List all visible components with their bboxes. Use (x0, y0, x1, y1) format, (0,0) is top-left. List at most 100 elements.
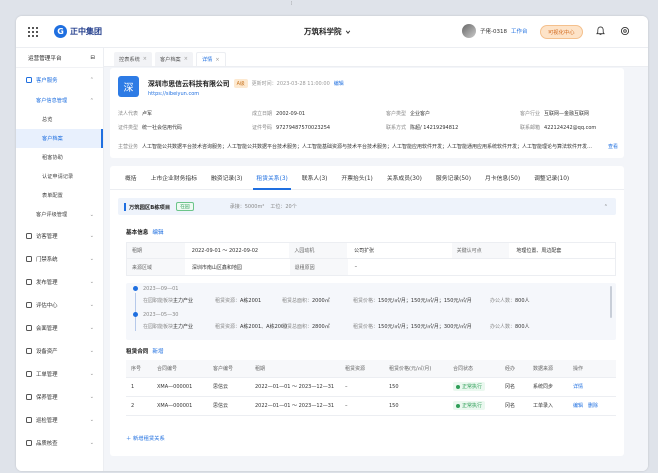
chevron-down-icon: ⌄ (89, 371, 94, 377)
sidebar-leaf-overview[interactable]: 总览 (16, 110, 103, 129)
sidebar-leaf-customer-archive[interactable]: 客户档案 (16, 129, 103, 148)
user-name: 子佬-0318 (480, 29, 507, 35)
contracts-table: 序号 合同编号 客户编号 租期 租赁资源 租赁价格(元/㎡/月) 合同状态 经办… (126, 360, 616, 416)
sidebar-leaf-form-config[interactable]: 表单配置 (16, 186, 103, 205)
app-window: G 正中集团 万筑科学院 子佬-0318 工作台 可视化中心 运营管理平台 ⊟ … (16, 16, 648, 471)
project-area: 承接：5000m² (229, 204, 265, 210)
timeline-entry: 在园职能板块： 主力产业 租赁资源： A栋2001、A栋2000 租赁总面积： 280… (143, 324, 530, 330)
status-badge: 正常执行 (453, 382, 486, 391)
sidebar-item-publish[interactable]: 发布管理 ⌄ (16, 270, 103, 293)
sidebar-item-label: 客户服务 (36, 77, 58, 84)
sidebar-item-label: 会面管理 (36, 325, 58, 332)
chevron-down-icon: ⌄ (89, 440, 94, 446)
edit-basic-link[interactable]: 编辑 (152, 230, 163, 236)
chevron-down-icon: ⌄ (89, 348, 94, 354)
chevron-down-icon: ⌄ (89, 212, 94, 218)
tab-overview[interactable]: 概括 (118, 166, 144, 190)
collapse-icon[interactable]: ⊟ (90, 55, 95, 61)
company-card: 深 深圳市思信云科技有限公司 A级 更新时间：2023-03-28 11:00:… (110, 68, 624, 158)
sidebar-item-quality[interactable]: 品质核查 ⌄ (16, 431, 103, 454)
basic-info-grid: 租期 2022-09-01 ～ 2022-09-02 入园动机 公司扩张 关键认可点… (126, 242, 616, 276)
field-contact: 联系方式 陈超/ 14219294812 (386, 125, 459, 131)
delete-link[interactable]: 删除 (588, 403, 598, 409)
chevron-down-icon: ⌄ (89, 302, 94, 308)
sidebar-item-visitor[interactable]: 访客管理 ⌄ (16, 224, 103, 247)
inspection-icon (26, 416, 32, 423)
edit-link[interactable]: 编辑 (573, 403, 583, 409)
brand-mark-icon: G (54, 25, 67, 38)
workbench-link[interactable]: 工作台 (511, 27, 528, 35)
gear-icon[interactable] (620, 26, 630, 36)
workspace-selector[interactable]: 万筑科学院 (304, 26, 351, 37)
brand-logo: G 正中集团 (54, 25, 102, 38)
top-bar: G 正中集团 万筑科学院 子佬-0318 工作台 可视化中心 (16, 16, 648, 48)
avatar[interactable] (462, 24, 476, 38)
chevron-down-icon: ⌄ (89, 233, 94, 239)
sidebar-item-access[interactable]: 门禁系统 ⌄ (16, 247, 103, 270)
sidebar-item-label: 工单管理 (36, 371, 58, 378)
project-header[interactable]: 万筑园区B栋项目 在园 承接：5000m² 工位：20个 ⌃ (118, 198, 616, 215)
sidebar-subgroup-customer-info[interactable]: 客户信息管理 ⌃ (16, 91, 103, 110)
status-badge: 在园 (176, 202, 194, 211)
chevron-down-icon: ⌄ (89, 417, 94, 423)
company-name: 深圳市思信云科技有限公司 (148, 80, 230, 88)
sidebar-item-assets[interactable]: 设备资产 ⌄ (16, 339, 103, 362)
tab-invoice[interactable]: 开票抬头(1) (334, 166, 379, 190)
tab-contacts[interactable]: 联系人(3) (295, 166, 335, 190)
evaluation-icon (26, 301, 32, 308)
sidebar-item-workorder[interactable]: 工单管理 ⌄ (16, 362, 103, 385)
tab-services[interactable]: 服务记录(50) (429, 166, 478, 190)
visual-center-button[interactable]: 可视化中心 (540, 25, 583, 39)
publish-icon (26, 278, 32, 285)
page-tab-detail[interactable]: 详情 × (195, 52, 226, 66)
sidebar-item-customer-service[interactable]: 客户服务 ⌃ (16, 68, 103, 91)
tab-monthly[interactable]: 月卡信息(50) (478, 166, 527, 190)
project-name: 万筑园区B栋项目 (124, 202, 170, 211)
user-menu[interactable]: 子佬-0318 工作台 (462, 24, 528, 38)
page-tab-label: 客户档案 (159, 56, 181, 63)
edit-company-link[interactable]: 编辑 (334, 80, 344, 87)
field-founded: 成立日期 2002-09-01 (252, 111, 306, 117)
tab-lease[interactable]: 租赁关系(3) (249, 166, 294, 190)
sidebar-item-evaluation[interactable]: 评估中心 ⌄ (16, 293, 103, 316)
close-icon[interactable]: × (215, 57, 219, 63)
sidebar-item-meeting[interactable]: 会面管理 ⌄ (16, 316, 103, 339)
company-title: 深圳市思信云科技有限公司 A级 更新时间：2023-03-28 11:00:00… (148, 78, 344, 88)
sidebar-subgroup-label: 客户评级管理 (36, 212, 68, 218)
field-email: 联系邮箱 422124242@qq.com (520, 125, 597, 131)
sidebar-leaf-tenant-assist[interactable]: 租客协助 (16, 148, 103, 167)
sidebar-item-label: 品质核查 (36, 440, 58, 447)
sidebar-item-label: 巡检管理 (36, 417, 58, 424)
tab-adjust[interactable]: 调整记录(10) (527, 166, 576, 190)
workorder-icon (26, 370, 32, 377)
sidebar-item-inspection[interactable]: 巡检管理 ⌄ (16, 408, 103, 431)
close-icon[interactable]: × (143, 56, 147, 62)
device-icon (26, 347, 32, 354)
tab-members[interactable]: 关系成员(30) (380, 166, 429, 190)
bell-icon[interactable] (596, 26, 605, 36)
sidebar-item-label: 设备资产 (36, 348, 58, 355)
sidebar-leaf-cert-records[interactable]: 认证申请记录 (16, 167, 103, 186)
sidebar-item-maintenance[interactable]: 保养管理 ⌄ (16, 385, 103, 408)
add-contract-link[interactable]: 新增 (152, 349, 163, 355)
detail-link[interactable]: 详情 (573, 384, 583, 390)
table-row: 1 XMA—000001 思信云 2022—01—01 ～ 2023—12—31… (126, 377, 616, 397)
field-customer-type: 客户类型 企业客户 (386, 111, 431, 117)
app-grid-icon[interactable] (28, 27, 38, 37)
info-row: 租期 2022-09-01 ～ 2022-09-02 入园动机 公司扩张 关键认可点… (127, 243, 615, 259)
page-tab-control[interactable]: 控表系统 × (114, 52, 152, 66)
tab-financing[interactable]: 融资记录(3) (204, 166, 249, 190)
tab-financials[interactable]: 上市企业财务指标 (144, 166, 204, 190)
timeline-scrollbar[interactable] (610, 286, 612, 318)
field-cert-type: 证件类型 统一社会信用代码 (118, 125, 183, 131)
chevron-down-icon: ⌄ (89, 279, 94, 285)
sidebar-item-label: 保养管理 (36, 394, 58, 401)
close-icon[interactable]: × (184, 56, 188, 62)
page-tab-archive[interactable]: 客户档案 × (154, 52, 193, 66)
company-website-link[interactable]: https://sibeiyun.com (148, 91, 199, 97)
view-more-link[interactable]: 查看 (604, 143, 618, 150)
chevron-up-icon[interactable]: ⌃ (604, 204, 608, 210)
chevron-down-icon: ⌄ (89, 256, 94, 262)
add-lease-relation-button[interactable]: ＋ 新增租赁关系 (126, 434, 165, 442)
sidebar-subgroup-rating[interactable]: 客户评级管理 ⌄ (16, 205, 103, 224)
